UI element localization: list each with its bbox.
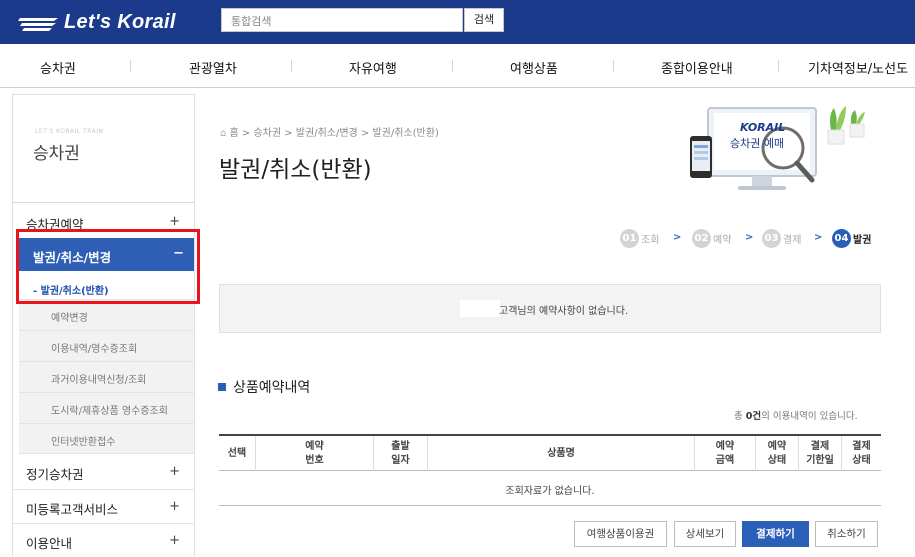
sidebar-item-guest-service[interactable]: 미등록고객서비스 + [13, 489, 194, 523]
chevron-right-icon: > [814, 232, 823, 243]
notice-message: 고객님의 예약사항이 없습니다. [499, 306, 629, 317]
plus-icon: + [169, 499, 180, 514]
reservation-notice: 고객님의 예약사항이 없습니다. [219, 284, 881, 333]
step-number: 03 [762, 229, 781, 248]
redacted-name [460, 300, 500, 317]
th-product-name: 상품명 [427, 436, 694, 471]
th-reservation-amount: 예약 금액 [694, 436, 755, 471]
home-icon[interactable]: ⌂ [220, 128, 230, 139]
sidebar-header: LET'S KORAIL TRAIN 승차권 [13, 95, 194, 203]
table-header: 선택 예약 번호 출발 일자 상품명 예약 금액 예약 상태 결제 기한일 결제… [219, 436, 881, 471]
gnb-ticket[interactable]: 승차권 [40, 58, 76, 77]
step-label: 결제 [783, 235, 802, 246]
global-nav: 승차권 관광열차 자유여행 여행상품 종합이용안내 기차역정보/노선도 [0, 44, 915, 88]
submenu-label: 예약변경 [51, 313, 88, 324]
gnb-divider [452, 60, 453, 72]
gnb-free-travel[interactable]: 자유여행 [349, 58, 397, 77]
search-button[interactable]: 검색 [464, 8, 504, 32]
breadcrumb-path: 홈 > 승차권 > 발권/취소/변경 > 발권/취소(반환) [229, 128, 439, 139]
step-label: 조회 [641, 235, 660, 246]
left-sidebar: LET'S KORAIL TRAIN 승차권 승차권예약 + 발권/취소/변경 … [12, 94, 195, 556]
submenu-label: 인터넷반환접수 [51, 437, 116, 448]
plus-icon: + [169, 533, 180, 548]
th-reservation-no: 예약 번호 [255, 436, 373, 471]
gnb-divider [613, 60, 614, 72]
chevron-right-icon: > [673, 232, 682, 243]
step-label: 발권 [853, 235, 872, 246]
section-title-text: 상품예약내역 [233, 380, 311, 396]
count-prefix: 총 [734, 411, 743, 422]
empty-message: 조회자료가 없습니다. [505, 486, 595, 497]
step-number: 01 [620, 229, 639, 248]
bullet-square-icon [218, 383, 226, 391]
sidebar-item-season-ticket[interactable]: 정기승차권 + [13, 455, 194, 489]
step-number: 04 [832, 229, 851, 248]
gnb-divider [291, 60, 292, 72]
th-payment-deadline: 결제 기한일 [798, 436, 841, 471]
step-issue: 04 발권 [832, 229, 871, 248]
gnb-tour-train[interactable]: 관광열차 [189, 58, 237, 77]
step-number: 02 [692, 229, 711, 248]
progress-steps: 01 조회 > 02 예약 > 03 결제 > 04 발권 [620, 229, 882, 249]
sidebar-title: 승차권 [33, 144, 80, 164]
submenu-lunchbox-receipt[interactable]: 도시락/제휴상품 영수증조회 [19, 392, 194, 423]
gnb-divider [130, 60, 131, 72]
highlight-annotation [16, 229, 200, 304]
sidebar-item-label: 정기승차권 [26, 467, 84, 482]
breadcrumb: ⌂ 홈 > 승차권 > 발권/취소/변경 > 발권/취소(반환) [220, 124, 439, 139]
th-reservation-status: 예약 상태 [755, 436, 798, 471]
logo-swoosh-icon [18, 18, 58, 31]
history-count: 총 0건의 이용내역이 있습니다. [734, 408, 858, 422]
gnb-guide[interactable]: 종합이용안내 [661, 58, 733, 77]
top-bar: Let's Korail 통합검색 검색 [0, 0, 915, 44]
step-payment: 03 결제 [762, 229, 801, 248]
submenu-label: 도시락/제휴상품 영수증조회 [51, 406, 168, 417]
submenu-internet-refund[interactable]: 인터넷반환접수 [19, 423, 194, 454]
gnb-travel-products[interactable]: 여행상품 [510, 58, 558, 77]
count-value: 0건 [745, 411, 762, 422]
submenu-history-receipt[interactable]: 이용내역/영수증조회 [19, 330, 194, 361]
sidebar-item-label: 이용안내 [26, 536, 73, 551]
sidebar-item-label: 미등록고객서비스 [26, 502, 119, 517]
step-reserve: 02 예약 [692, 229, 731, 248]
sidebar-item-guide[interactable]: 이용안내 + [13, 523, 194, 557]
th-payment-status: 결제 상태 [841, 436, 881, 471]
submenu-label: 이용내역/영수증조회 [51, 344, 138, 355]
th-select: 선택 [227, 447, 247, 459]
chevron-right-icon: > [745, 232, 754, 243]
page-title: 발권/취소(반환) [219, 157, 372, 183]
voucher-button[interactable]: 여행상품이용권 [574, 521, 667, 547]
submenu-label: 과거이용내역신청/조회 [51, 375, 147, 386]
detail-button[interactable]: 상세보기 [674, 521, 736, 547]
gnb-station-info[interactable]: 기차역정보/노선도 [808, 58, 908, 77]
count-suffix: 의 이용내역이 있습니다. [761, 411, 858, 422]
th-departure-date: 출발 일자 [373, 436, 427, 471]
step-search: 01 조회 [620, 229, 659, 248]
banner-brand: KORAIL [740, 121, 786, 134]
table-empty-row: 조회자료가 없습니다. [219, 471, 881, 506]
gnb-divider [778, 60, 779, 72]
cancel-button[interactable]: 취소하기 [815, 521, 878, 547]
plus-icon: + [169, 214, 180, 229]
korail-logo[interactable]: Let's Korail [18, 9, 176, 35]
banner-label: 승차권 예매 [730, 137, 785, 150]
submenu-past-history[interactable]: 과거이용내역신청/조회 [19, 361, 194, 392]
step-label: 예약 [713, 235, 732, 246]
ticket-banner: KORAIL 승차권 예매 [688, 100, 873, 200]
logo-text: Let's Korail [64, 10, 176, 33]
search-input[interactable]: 통합검색 [221, 8, 463, 32]
plus-icon: + [169, 464, 180, 479]
sidebar-eng-title: LET'S KORAIL TRAIN [35, 128, 104, 135]
section-title: 상품예약내역 [218, 377, 310, 397]
pay-button[interactable]: 결제하기 [742, 521, 809, 547]
